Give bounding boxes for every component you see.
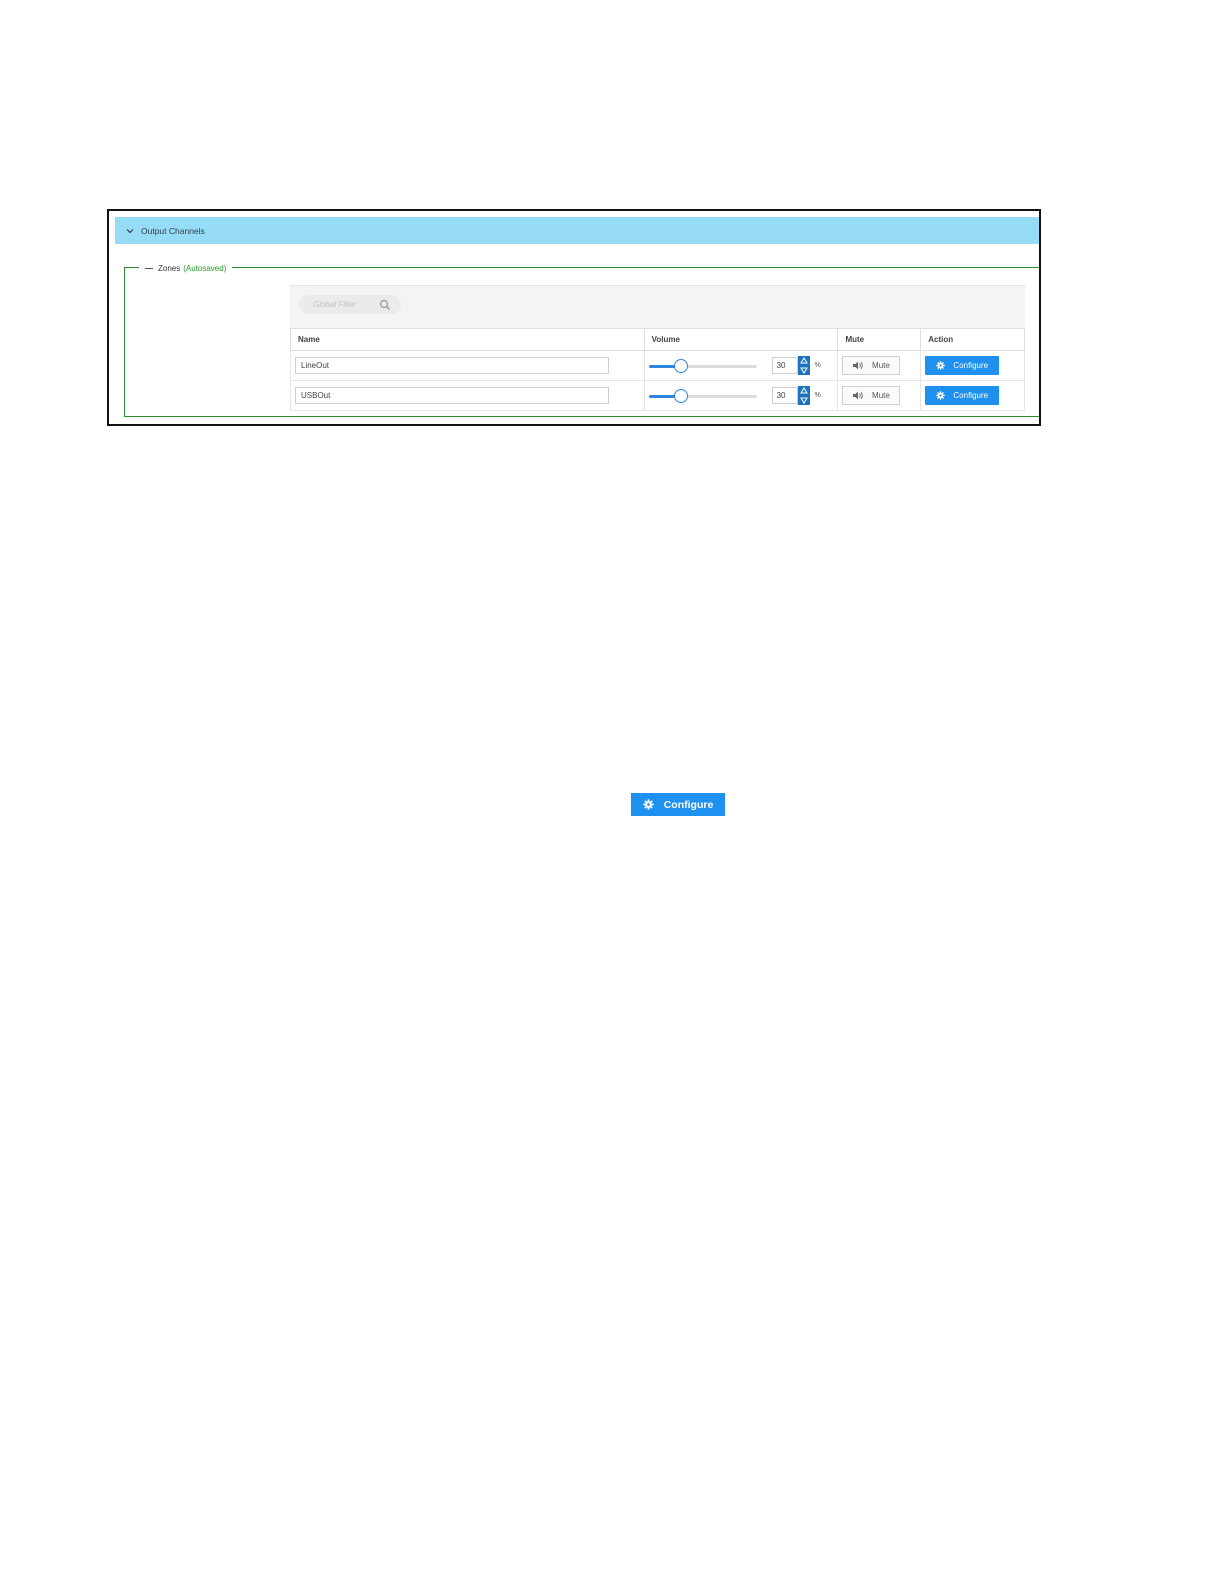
volume-unit: % [814,362,821,369]
zone-name-value: LineOut [301,361,330,370]
search-icon[interactable] [379,299,391,311]
chevron-down-icon[interactable] [125,226,135,236]
name-cell: USBOut [290,380,645,411]
zones-label: Zones [158,263,181,273]
mute-label: Mute [872,391,890,400]
col-name[interactable]: Name [290,328,645,351]
mute-cell: Mute [837,380,922,411]
volume-cell: 30 % [643,380,839,411]
volume-slider[interactable] [648,388,757,403]
volume-slider[interactable] [648,358,757,373]
volume-number-input[interactable]: 30 [771,387,798,404]
zones-table: Name Volume Mute Action LineOut 30 % Mut… [290,328,1025,411]
step-up-icon[interactable] [799,387,808,394]
volume-unit: % [814,392,821,399]
slider-thumb[interactable] [674,388,688,403]
col-action[interactable]: Action [920,328,1025,351]
volume-value: 30 [776,361,786,370]
mute-cell: Mute [837,350,922,381]
col-volume[interactable]: Volume [643,328,839,351]
speaker-icon [853,391,863,400]
action-cell: Configure [920,380,1025,411]
action-cell: Configure [920,350,1025,381]
table-row: LineOut 30 % Mute Configure [290,350,1025,381]
table-row: USBOut 30 % Mute Configure [290,380,1025,411]
name-cell: LineOut [290,350,645,381]
output-channels-screenshot: Output Channels Zones (Autosaved) Global… [107,209,1041,426]
zones-legend: Zones (Autosaved) [139,261,233,275]
zone-name-value: USBOut [301,391,331,400]
volume-cell: 30 % [643,350,839,381]
volume-value: 30 [776,391,786,400]
speaker-icon [853,361,863,370]
mute-button[interactable]: Mute [842,356,901,375]
legend-dash [145,267,153,269]
configure-label: Configure [663,798,714,811]
step-down-icon[interactable] [799,397,808,404]
table-header-row: Name Volume Mute Action [290,328,1025,351]
volume-stepper[interactable] [797,356,810,375]
gear-icon [643,799,654,810]
filter-bar: Global Filter [290,285,1025,328]
section-title: Output Channels [141,225,205,236]
mute-button[interactable]: Mute [842,386,901,405]
volume-stepper[interactable] [797,386,810,405]
step-up-icon[interactable] [799,357,808,364]
step-down-icon[interactable] [799,367,808,374]
gear-icon [936,391,946,400]
autosaved-label: (Autosaved) [183,263,227,273]
gear-icon [936,361,946,370]
volume-number-input[interactable]: 30 [771,357,798,374]
zone-name-input[interactable]: LineOut [295,357,609,374]
slider-thumb[interactable] [674,358,688,373]
global-filter-input[interactable]: Global Filter [299,295,401,314]
output-channels-header[interactable]: Output Channels [115,217,1039,244]
configure-button-standalone[interactable]: Configure [631,793,725,816]
configure-button[interactable]: Configure [925,386,1000,405]
filter-placeholder: Global Filter [313,300,357,309]
configure-button[interactable]: Configure [925,356,1000,375]
configure-label: Configure [953,391,989,400]
zone-name-input[interactable]: USBOut [295,387,609,404]
col-mute[interactable]: Mute [837,328,922,351]
mute-label: Mute [872,361,890,370]
configure-label: Configure [953,361,989,370]
